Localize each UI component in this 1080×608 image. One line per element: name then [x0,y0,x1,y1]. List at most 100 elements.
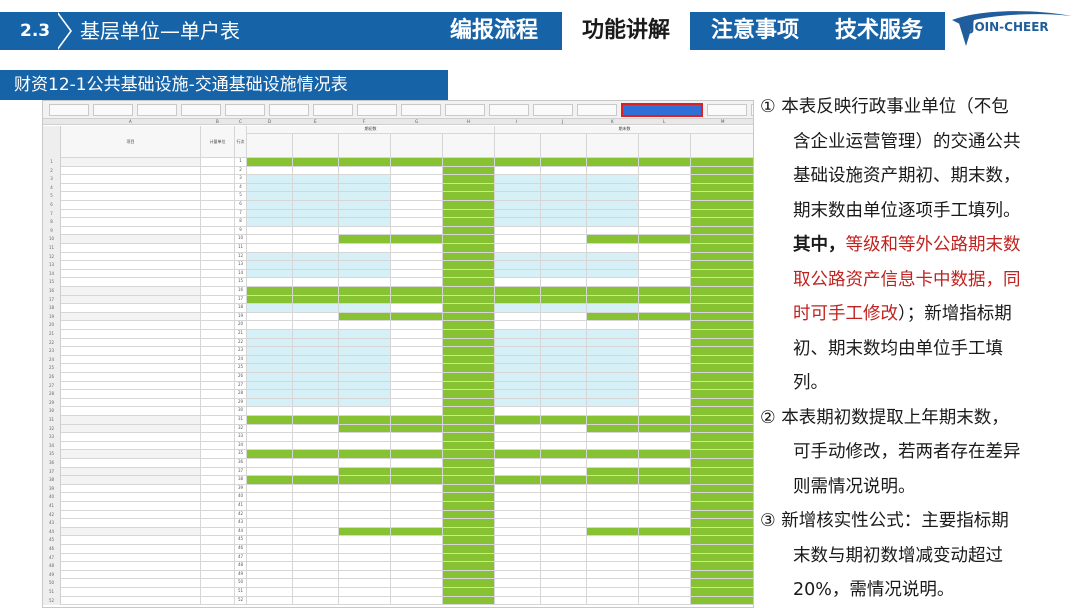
row-number[interactable]: 33 [43,433,61,442]
column-letter[interactable]: A [129,119,132,124]
data-cell [587,304,639,313]
sheet-tab[interactable] [269,104,309,116]
row-number[interactable]: 2 [43,166,61,176]
row-number[interactable]: 50 [43,579,61,588]
nav-notes[interactable]: 注意事项 [694,12,816,50]
column-letter[interactable]: M [721,119,724,124]
row-number[interactable]: 17 [43,295,61,305]
row-number[interactable]: 42 [43,510,61,520]
column-letter[interactable]: E [314,119,317,124]
row-number[interactable]: 51 [43,588,61,597]
column-letter[interactable]: J [562,119,563,124]
row-number[interactable]: 48 [43,562,61,571]
row-number[interactable]: 47 [43,553,61,563]
row-number[interactable]: 38 [43,476,61,485]
row-number[interactable]: 36 [43,459,61,468]
row-number[interactable]: 4 [43,183,61,193]
data-cell [639,536,691,545]
data-cell [495,321,541,330]
row-number[interactable]: 5 [43,192,61,201]
nav-feature[interactable]: 功能讲解 [562,10,690,52]
row-number[interactable]: 39 [43,484,61,494]
row-number[interactable]: 32 [43,424,61,434]
row-number[interactable]: 31 [43,416,61,425]
row-number[interactable]: 6 [43,201,61,210]
sheet-tab[interactable] [137,104,177,116]
nav-support[interactable]: 技术服务 [816,12,942,50]
row-number[interactable]: 15 [43,278,61,287]
row-number[interactable]: 29 [43,398,61,408]
column-letter[interactable]: G [415,119,418,124]
sheet-tab[interactable] [49,104,89,116]
row-number[interactable]: 20 [43,321,61,330]
row-number[interactable]: 26 [43,373,61,382]
data-cell [691,158,753,167]
row-number[interactable]: 22 [43,338,61,348]
row-number[interactable]: 41 [43,502,61,511]
data-cell [587,545,639,554]
row-number[interactable]: 16 [43,287,61,296]
column-letter[interactable]: L [663,119,665,124]
data-cell [691,347,753,356]
row-number[interactable]: 19 [43,312,61,322]
row-number[interactable]: 1 [43,158,61,167]
row-number[interactable]: 25 [43,364,61,373]
column-letter[interactable]: I [516,119,517,124]
row-number[interactable]: 28 [43,390,61,399]
sheet-tab[interactable] [181,104,221,116]
data-cell [639,467,691,477]
data-cell [541,510,587,520]
row-number[interactable]: 52 [43,596,61,606]
sheet-tab[interactable] [533,104,573,116]
column-letter[interactable]: H [467,119,470,124]
row-number[interactable]: 30 [43,407,61,416]
column-letter[interactable]: F [363,119,365,124]
row-number[interactable]: 13 [43,261,61,270]
sheet-tab[interactable] [225,104,265,116]
column-letter[interactable]: C [239,119,242,124]
data-cell [587,278,639,287]
sheet-tab[interactable] [93,104,133,116]
sheet-tab[interactable] [489,104,529,116]
row-number[interactable]: 49 [43,570,61,580]
row-number[interactable]: 23 [43,347,61,356]
data-cell [443,433,495,442]
row-number[interactable]: 46 [43,545,61,554]
row-number[interactable]: 21 [43,330,61,339]
row-number[interactable]: 8 [43,218,61,227]
row-number[interactable]: 18 [43,304,61,313]
sheet-tab[interactable] [401,104,441,116]
row-number[interactable]: 12 [43,252,61,262]
sheet-tab[interactable] [357,104,397,116]
row-number[interactable]: 35 [43,450,61,459]
column-letter[interactable]: B [216,119,219,124]
column-letter[interactable]: D [268,119,271,124]
row-number[interactable]: 3 [43,175,61,184]
unit-cell [201,364,235,373]
row-number[interactable]: 45 [43,536,61,545]
row-number[interactable]: 27 [43,381,61,391]
column-letter[interactable]: K [611,119,614,124]
data-cell [247,244,293,253]
sheet-tab[interactable] [313,104,353,116]
sheet-tab[interactable] [577,104,617,116]
sheet-tab[interactable] [751,104,753,116]
row-number[interactable]: 40 [43,493,61,502]
row-number[interactable]: 34 [43,441,61,451]
row-number[interactable]: 9 [43,226,61,236]
sheet-tab[interactable] [445,104,485,116]
row-number[interactable]: 37 [43,467,61,477]
data-cell [247,355,293,365]
data-cell [293,398,339,408]
row-number[interactable]: 7 [43,209,61,219]
data-cell [639,166,691,176]
sheet-tab[interactable] [707,104,747,116]
row-number[interactable]: 10 [43,235,61,244]
row-number[interactable]: 24 [43,355,61,365]
sheet-tab-selected[interactable] [621,103,703,117]
row-number[interactable]: 14 [43,269,61,279]
row-number[interactable]: 11 [43,244,61,253]
nav-flow[interactable]: 编报流程 [430,12,558,50]
row-number[interactable]: 43 [43,519,61,528]
row-number[interactable]: 44 [43,527,61,537]
